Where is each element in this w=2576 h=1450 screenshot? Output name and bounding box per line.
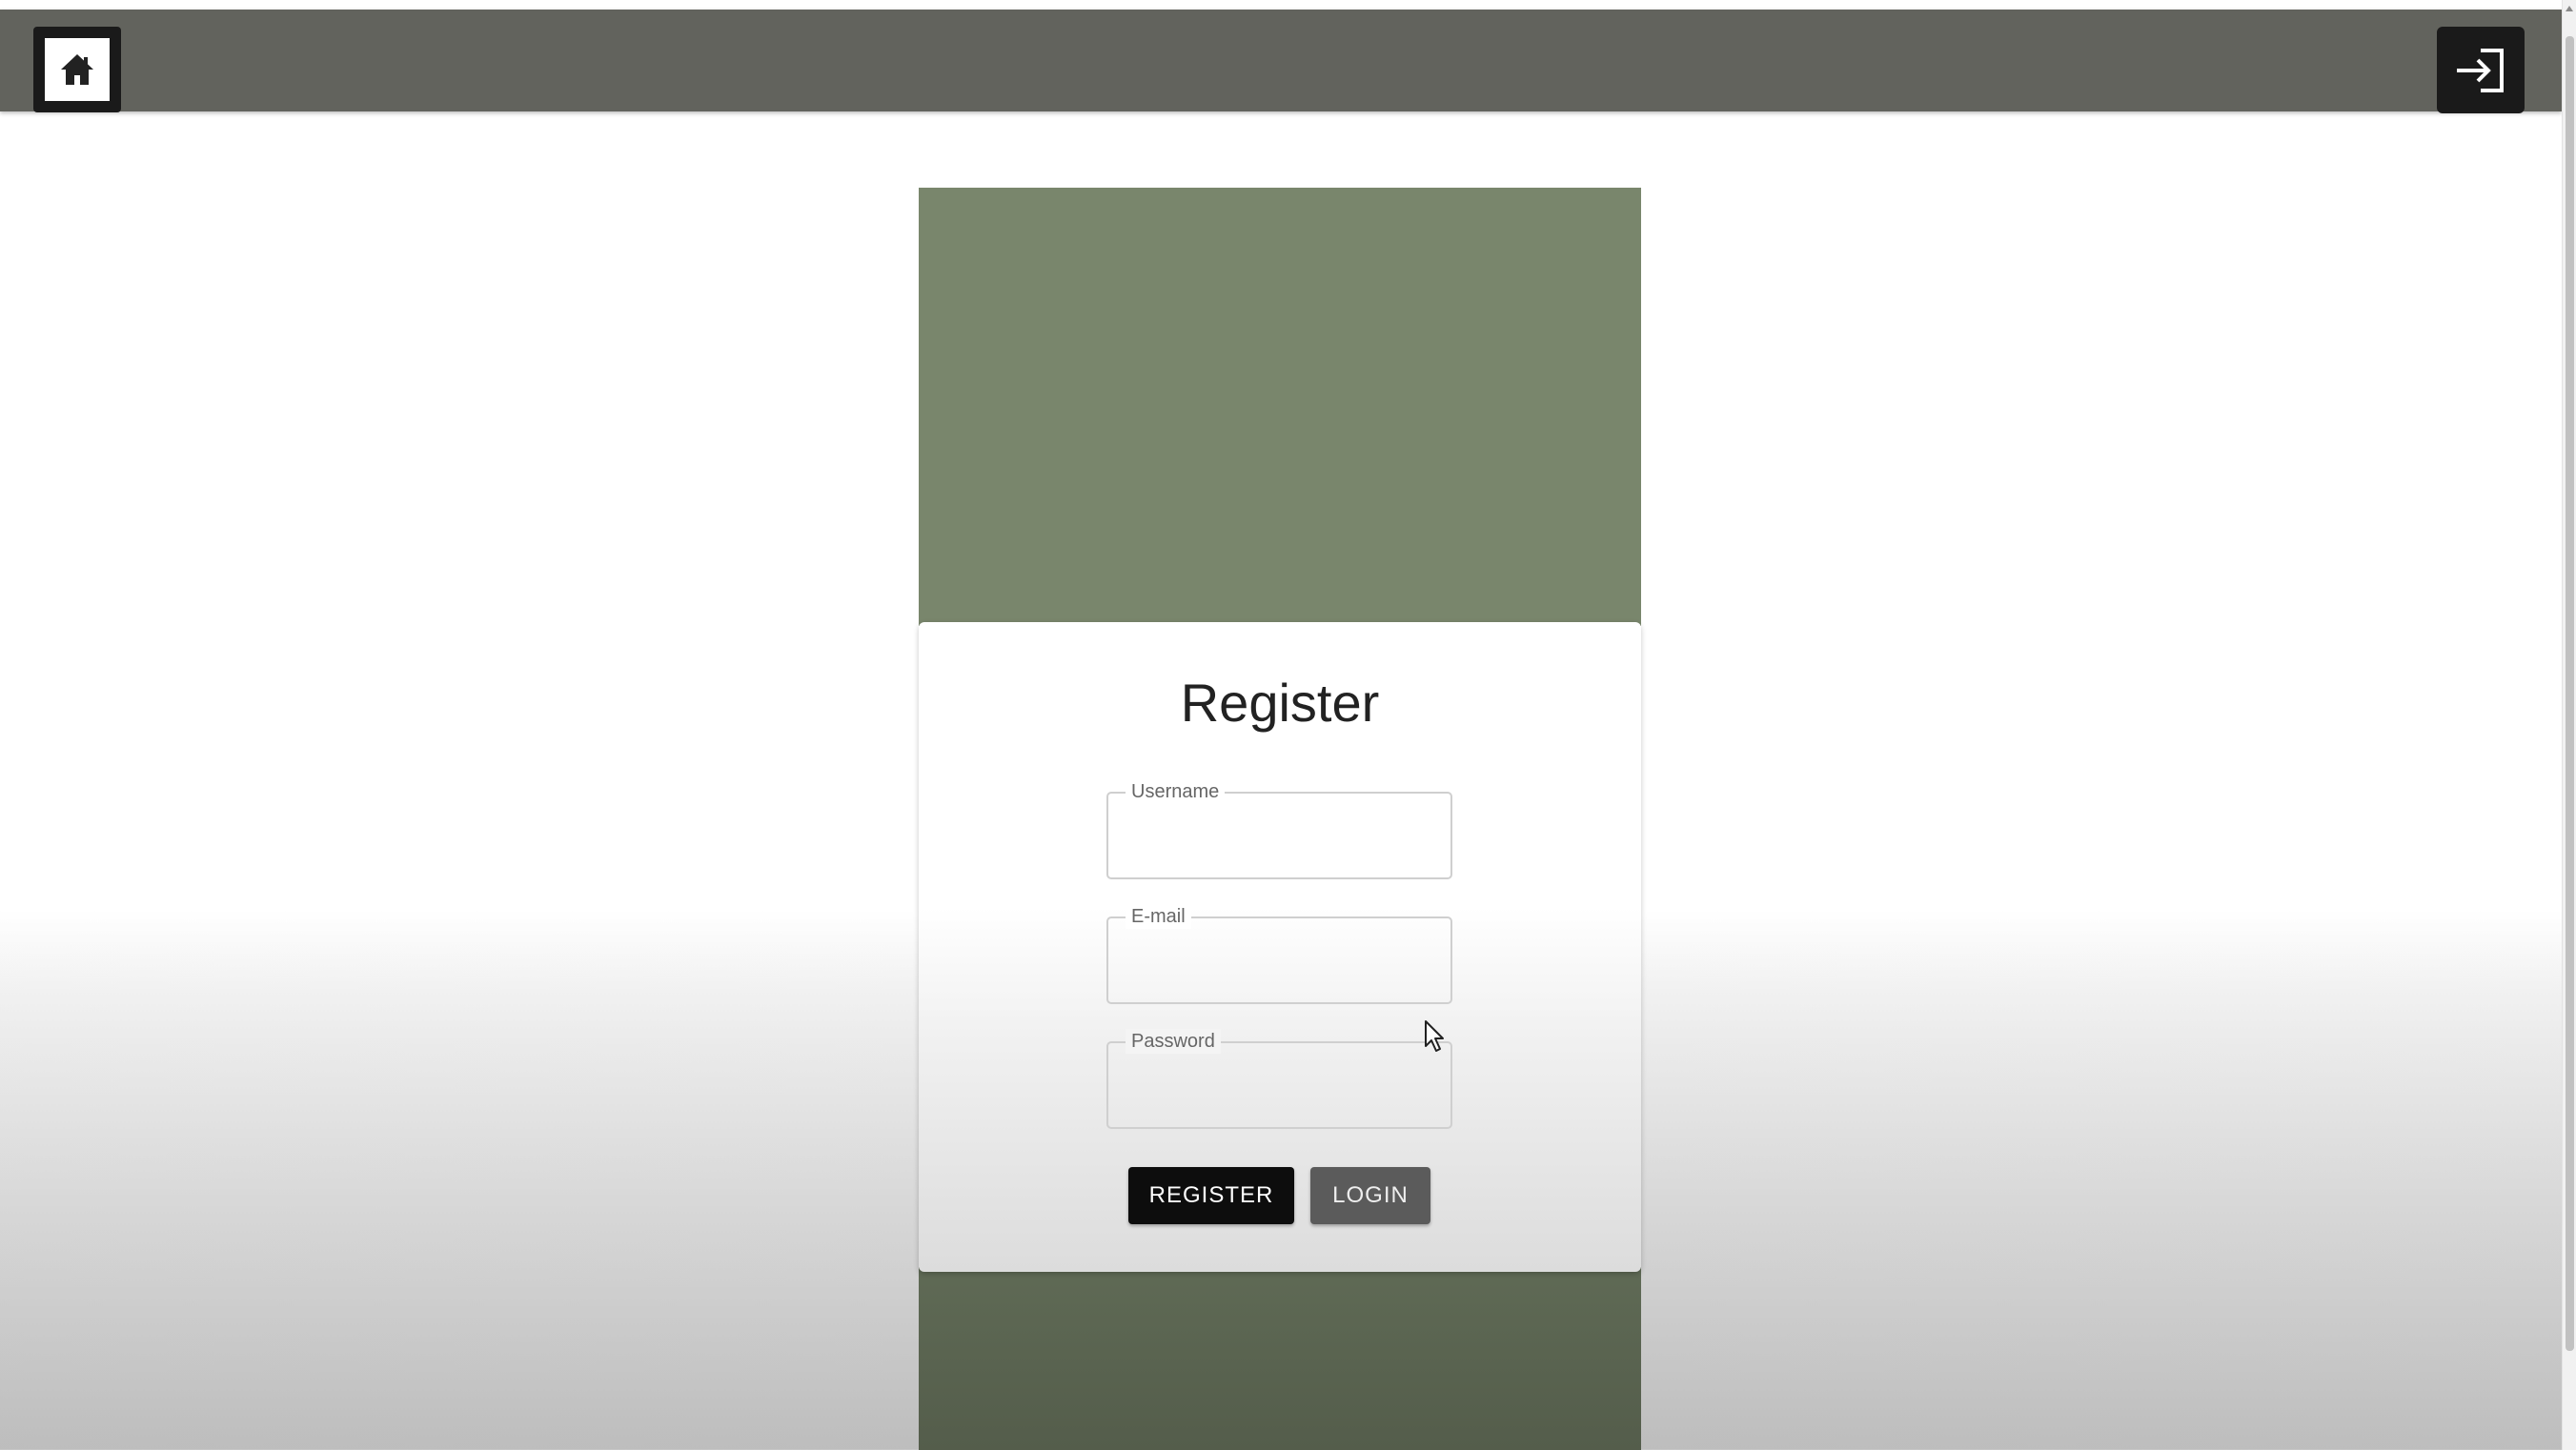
email-field[interactable]: E-mail (1106, 904, 1452, 1004)
vertical-scrollbar[interactable] (2562, 0, 2576, 1450)
mouse-pointer-icon (1425, 1020, 1444, 1052)
register-card: Register Username E-mail Password REGIST… (919, 622, 1641, 1272)
email-label: E-mail (1126, 904, 1191, 929)
register-button[interactable]: REGISTER (1128, 1167, 1294, 1224)
login-arrow-icon (2457, 48, 2504, 92)
password-label: Password (1126, 1029, 1221, 1054)
home-icon (61, 54, 93, 85)
app-bar (0, 10, 2562, 113)
hero-banner-top (919, 188, 1641, 626)
scroll-up-arrow-icon[interactable] (2566, 6, 2573, 11)
username-label: Username (1126, 779, 1226, 804)
window-top-strip (0, 0, 2562, 10)
login-nav-button[interactable] (2437, 27, 2525, 113)
register-title: Register (1180, 673, 1380, 733)
scrollbar-thumb[interactable] (2566, 36, 2574, 1351)
username-field[interactable]: Username (1106, 779, 1452, 879)
login-button[interactable]: LOGIN (1310, 1167, 1430, 1224)
home-button[interactable] (33, 27, 121, 112)
hero-banner-bottom (919, 1267, 1641, 1450)
password-field[interactable]: Password (1106, 1029, 1452, 1129)
home-button-face (45, 38, 110, 101)
